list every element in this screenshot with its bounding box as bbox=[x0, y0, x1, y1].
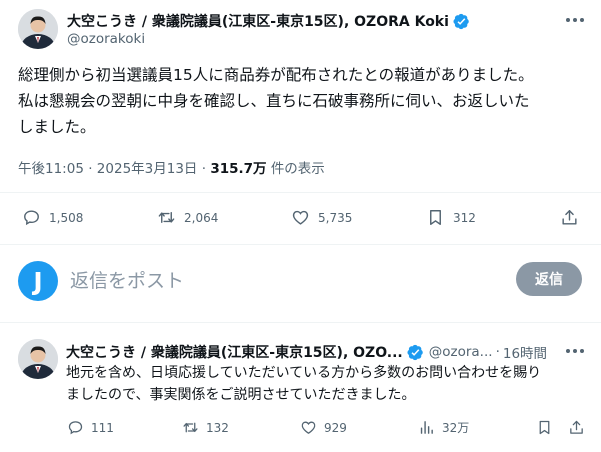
bookmark-icon bbox=[539, 420, 550, 435]
bookmark-action[interactable]: 312 bbox=[426, 208, 476, 227]
repost-count: 2,064 bbox=[184, 210, 219, 225]
reply-author-handle[interactable]: @ozora... bbox=[429, 344, 493, 360]
repost-action[interactable]: 2,064 bbox=[157, 208, 218, 227]
post-text-line: 私は懇親会の翌朝に中身を確認し、直ちに石破事務所に伺い、お返しいた bbox=[18, 92, 530, 110]
more-options-button[interactable] bbox=[562, 10, 588, 30]
divider bbox=[0, 192, 601, 193]
reply-post-like-count: 929 bbox=[324, 420, 347, 435]
like-action[interactable]: 5,735 bbox=[291, 208, 352, 227]
post-text: 総理側から初当選議員15人に商品券が配布されたとの報道がありました。 私は懇親会… bbox=[18, 62, 588, 140]
reply-post-repost-count: 132 bbox=[206, 420, 229, 435]
reply-post-views-count: 32万 bbox=[442, 421, 470, 435]
reply-count: 1,508 bbox=[49, 210, 84, 225]
reply-post-repost-action[interactable]: 132 bbox=[182, 419, 229, 436]
reply-author-name[interactable]: 大空こうき / 衆議院議員(江東区-東京15区), OZO... bbox=[66, 342, 403, 362]
reply-post-reply-count: 111 bbox=[91, 420, 114, 435]
analytics-icon bbox=[420, 421, 433, 434]
post-views-count: 315.7万 bbox=[210, 161, 267, 177]
author-name[interactable]: 大空こうき / 衆議院議員(江東区-東京15区), OZORA Koki bbox=[67, 11, 449, 31]
reply-post-reply-action[interactable]: 111 bbox=[67, 419, 114, 436]
repost-icon bbox=[158, 212, 175, 223]
post-meta: 午後11:05 · 2025年3月13日 · 315.7万 件の表示 bbox=[18, 157, 325, 177]
reply-post-like-action[interactable]: 929 bbox=[300, 419, 347, 436]
author-name-line: 大空こうき / 衆議院議員(江東区-東京15区), OZORA Koki bbox=[67, 11, 470, 31]
divider bbox=[0, 322, 601, 323]
post-views-label: 件の表示 bbox=[270, 161, 325, 177]
meta-separator: · bbox=[495, 344, 500, 360]
reply-more-options-button[interactable] bbox=[562, 341, 588, 361]
reply-post-text: 地元を含め、日頃応援していただいている方から多数のお問い合わせを賜り ましたので… bbox=[66, 362, 541, 406]
verified-badge-icon bbox=[453, 13, 469, 29]
more-dots-icon bbox=[566, 18, 584, 22]
reply-action[interactable]: 1,508 bbox=[22, 208, 83, 227]
reply-text-line: ましたので、事実関係をご説明させていただきました。 bbox=[66, 387, 416, 403]
verified-badge-icon bbox=[407, 344, 423, 360]
current-user-avatar[interactable]: J bbox=[18, 261, 58, 301]
post-text-line: 総理側から初当選議員15人に商品券が配布されたとの報道がありました。 bbox=[18, 66, 534, 84]
reply-text-line: 地元を含め、日頃応援していただいている方から多数のお問い合わせを賜り bbox=[66, 365, 542, 381]
bookmark-count: 312 bbox=[453, 210, 476, 225]
divider bbox=[0, 244, 601, 245]
reply-icon bbox=[68, 421, 83, 435]
meta-separator: · bbox=[88, 161, 97, 177]
post-time[interactable]: 午後11:05 bbox=[18, 161, 84, 177]
reply-time-ago[interactable]: 16時間 bbox=[503, 342, 547, 362]
share-icon bbox=[562, 210, 577, 225]
reply-post-views-action[interactable]: 32万 bbox=[418, 419, 469, 436]
heart-icon bbox=[292, 210, 309, 225]
reply-icon bbox=[24, 210, 39, 226]
reply-post-bookmark-action[interactable] bbox=[536, 419, 560, 436]
author-avatar[interactable] bbox=[18, 9, 58, 49]
repost-icon bbox=[183, 422, 198, 433]
like-count: 5,735 bbox=[318, 210, 353, 225]
more-dots-icon bbox=[566, 349, 584, 353]
reply-author-avatar[interactable] bbox=[18, 339, 58, 379]
post-date[interactable]: 2025年3月13日 bbox=[97, 161, 198, 177]
reply-input[interactable]: 返信をポスト bbox=[70, 266, 184, 293]
share-icon bbox=[570, 420, 583, 434]
reply-submit-button[interactable]: 返信 bbox=[516, 262, 582, 296]
reply-post-share-action[interactable] bbox=[568, 419, 592, 436]
bookmark-icon bbox=[430, 210, 441, 225]
post-text-line: しました。 bbox=[18, 118, 96, 136]
reply-author-name-line: 大空こうき / 衆議院議員(江東区-東京15区), OZO... @ozora.… bbox=[66, 342, 547, 362]
author-handle[interactable]: @ozorakoki bbox=[67, 31, 145, 47]
heart-icon bbox=[301, 421, 316, 434]
share-action[interactable] bbox=[560, 208, 587, 227]
